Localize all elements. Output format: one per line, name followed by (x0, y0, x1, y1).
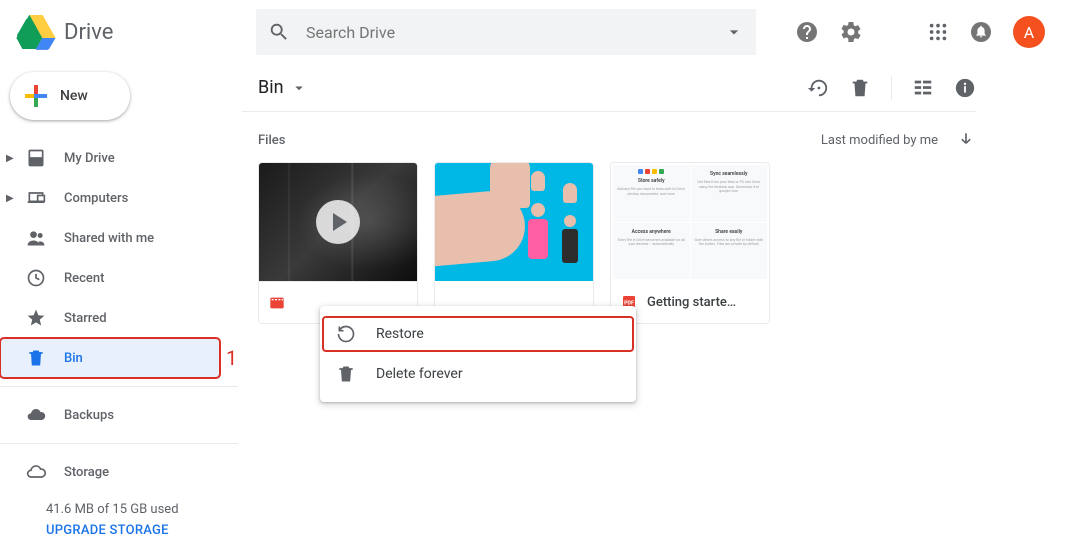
upgrade-storage-link[interactable]: UPGRADE STORAGE (46, 523, 238, 538)
search-bar[interactable] (256, 9, 756, 55)
video-file-icon (269, 295, 285, 311)
shared-icon (26, 228, 46, 248)
sidebar-item-my-drive[interactable]: ▶ My Drive (0, 138, 238, 178)
annotation-number-1: 1 (226, 346, 237, 370)
files-section-label: Files (258, 133, 285, 148)
page-title-row: Bin (242, 64, 976, 112)
star-icon (26, 308, 46, 328)
context-item-label: Delete forever (376, 366, 463, 382)
search-container (256, 9, 756, 55)
drive-icon (26, 148, 46, 168)
delete-forever-icon[interactable] (849, 77, 871, 99)
expand-icon[interactable]: ▶ (6, 153, 18, 164)
sidebar-item-label: Storage (64, 465, 109, 480)
file-thumbnail (259, 163, 417, 281)
files-grid: Store safelyAdd any file you want to kee… (242, 162, 976, 324)
account-avatar[interactable]: A (1013, 16, 1045, 48)
page-actions (807, 76, 976, 100)
computers-icon (26, 188, 46, 208)
section-row: Files Last modified by me (242, 112, 976, 162)
storage-icon (26, 462, 46, 482)
sidebar-item-computers[interactable]: ▶ Computers (0, 178, 238, 218)
gear-icon[interactable] (839, 20, 863, 44)
sidebar-item-storage[interactable]: Storage (0, 452, 238, 492)
plus-icon (18, 78, 54, 114)
sidebar-item-label: My Drive (64, 151, 115, 166)
storage-used-text: 41.6 MB of 15 GB used (46, 502, 238, 517)
chevron-down-icon (290, 79, 308, 97)
sidebar-item-label: Backups (64, 408, 114, 423)
search-dropdown-icon[interactable] (724, 22, 744, 42)
logo-area: Drive (16, 12, 256, 52)
search-icon (268, 21, 290, 43)
product-name: Drive (64, 20, 113, 45)
sidebar-item-recent[interactable]: Recent (0, 258, 238, 298)
info-icon[interactable] (954, 77, 976, 99)
file-card-video[interactable] (258, 162, 418, 324)
page-title-dropdown[interactable]: Bin (258, 77, 308, 98)
list-view-icon[interactable] (912, 77, 934, 99)
file-thumbnail (435, 163, 593, 281)
new-button-label: New (60, 88, 88, 104)
restore-icon[interactable] (807, 77, 829, 99)
sort-control[interactable]: Last modified by me (821, 130, 976, 150)
trash-icon (26, 348, 46, 368)
page-title-text: Bin (258, 77, 284, 98)
backups-icon (26, 405, 46, 425)
context-menu: Restore Delete forever (320, 306, 636, 402)
sort-label: Last modified by me (821, 133, 938, 148)
sidebar: New ▶ My Drive ▶ Computers Shared with m… (0, 64, 238, 560)
context-item-delete-forever[interactable]: Delete forever (320, 354, 636, 394)
sidebar-item-label: Recent (64, 271, 104, 286)
play-icon (316, 200, 360, 244)
drive-logo-icon (16, 12, 56, 52)
help-icon[interactable] (795, 20, 819, 44)
sidebar-item-label: Starred (64, 311, 107, 326)
sidebar-item-shared[interactable]: Shared with me (0, 218, 238, 258)
app-header: Drive A (0, 0, 1069, 64)
header-actions: A (795, 16, 1053, 48)
trash-icon (336, 364, 356, 384)
sidebar-item-label: Shared with me (64, 231, 154, 246)
storage-block: 41.6 MB of 15 GB used UPGRADE STORAGE (20, 502, 238, 538)
arrow-down-icon (956, 130, 976, 150)
sidebar-item-label: Computers (64, 191, 128, 206)
notifications-icon[interactable] (969, 20, 993, 44)
context-item-restore[interactable]: Restore (320, 314, 636, 354)
restore-icon (336, 324, 356, 344)
expand-icon[interactable]: ▶ (6, 193, 18, 204)
file-card-image[interactable] (434, 162, 594, 324)
context-item-label: Restore (376, 326, 424, 342)
sidebar-item-starred[interactable]: Starred (0, 298, 238, 338)
new-button[interactable]: New (10, 72, 130, 120)
file-card-pdf[interactable]: Store safelyAdd any file you want to kee… (610, 162, 770, 324)
recent-icon (26, 268, 46, 288)
file-name: Getting starte… (647, 295, 736, 310)
apps-icon[interactable] (927, 21, 949, 43)
sidebar-item-backups[interactable]: Backups (0, 395, 238, 435)
sidebar-item-label: Bin (64, 351, 83, 366)
file-thumbnail: Store safelyAdd any file you want to kee… (611, 163, 769, 281)
sidebar-item-bin[interactable]: Bin (0, 338, 220, 378)
search-input[interactable] (306, 23, 724, 42)
